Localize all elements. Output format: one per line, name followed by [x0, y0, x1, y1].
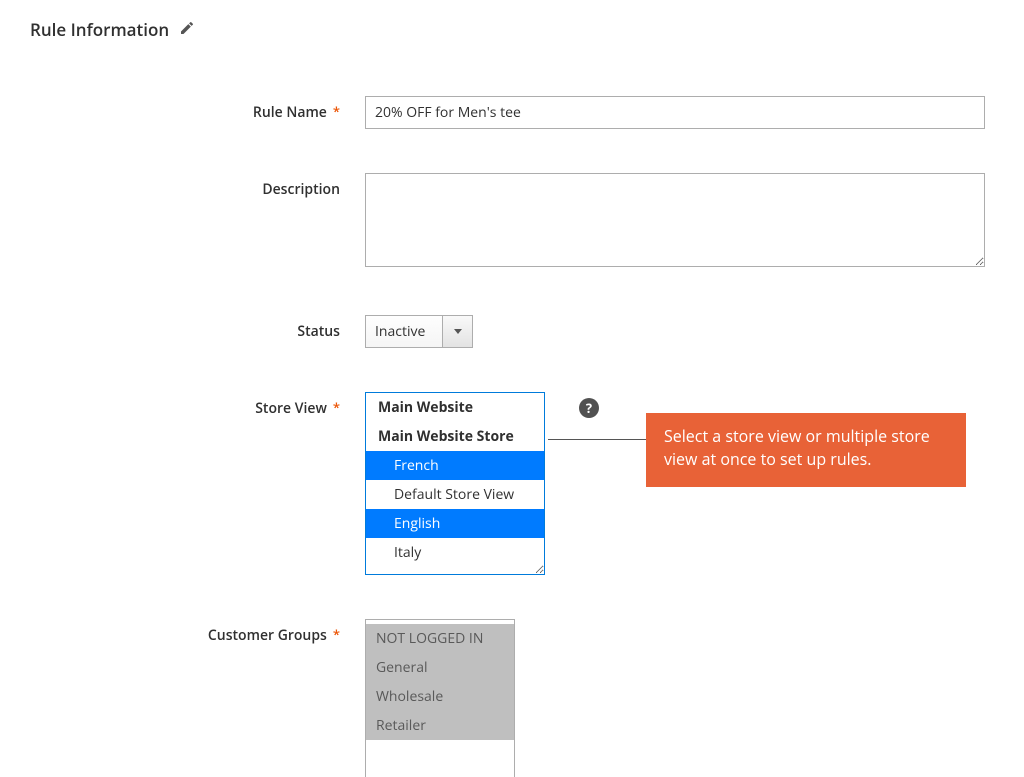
- store-view-option[interactable]: French: [366, 451, 544, 480]
- label-rule-name: Rule Name: [30, 96, 365, 122]
- help-icon[interactable]: ?: [579, 398, 599, 418]
- callout-box: Select a store view or multiple store vi…: [646, 413, 966, 487]
- customer-group-option[interactable]: Retailer: [366, 711, 514, 740]
- pencil-icon[interactable]: [179, 18, 195, 41]
- label-status: Status: [30, 315, 365, 341]
- store-view-option[interactable]: Main Website Store: [366, 422, 544, 451]
- store-view-option[interactable]: Italy: [366, 538, 544, 567]
- callout-text: Select a store view or multiple store vi…: [664, 425, 930, 470]
- status-select-value: Inactive: [366, 316, 442, 347]
- store-view-option[interactable]: Default Store View: [366, 480, 544, 509]
- description-textarea[interactable]: [365, 173, 985, 267]
- section-title: Rule Information: [30, 18, 994, 41]
- chevron-down-icon: [442, 316, 472, 347]
- customer-groups-multiselect[interactable]: NOT LOGGED INGeneralWholesaleRetailer: [365, 619, 515, 777]
- row-rule-name: Rule Name: [30, 96, 994, 129]
- row-description: Description: [30, 173, 994, 271]
- callout-connector-line: [548, 439, 646, 440]
- row-customer-groups: Customer Groups NOT LOGGED INGeneralWhol…: [30, 619, 994, 777]
- row-status: Status Inactive: [30, 315, 994, 348]
- status-select[interactable]: Inactive: [365, 315, 473, 348]
- label-description: Description: [30, 173, 365, 199]
- store-view-option[interactable]: Main Website: [366, 393, 544, 422]
- store-view-option[interactable]: English: [366, 509, 544, 538]
- label-store-view: Store View: [30, 392, 365, 418]
- section-title-text: Rule Information: [30, 18, 169, 41]
- customer-group-option[interactable]: Wholesale: [366, 682, 514, 711]
- rule-name-input[interactable]: [365, 96, 985, 129]
- customer-group-option[interactable]: General: [366, 653, 514, 682]
- customer-group-option[interactable]: NOT LOGGED IN: [366, 624, 514, 653]
- label-customer-groups: Customer Groups: [30, 619, 365, 645]
- store-view-multiselect[interactable]: Main WebsiteMain Website StoreFrenchDefa…: [365, 392, 545, 575]
